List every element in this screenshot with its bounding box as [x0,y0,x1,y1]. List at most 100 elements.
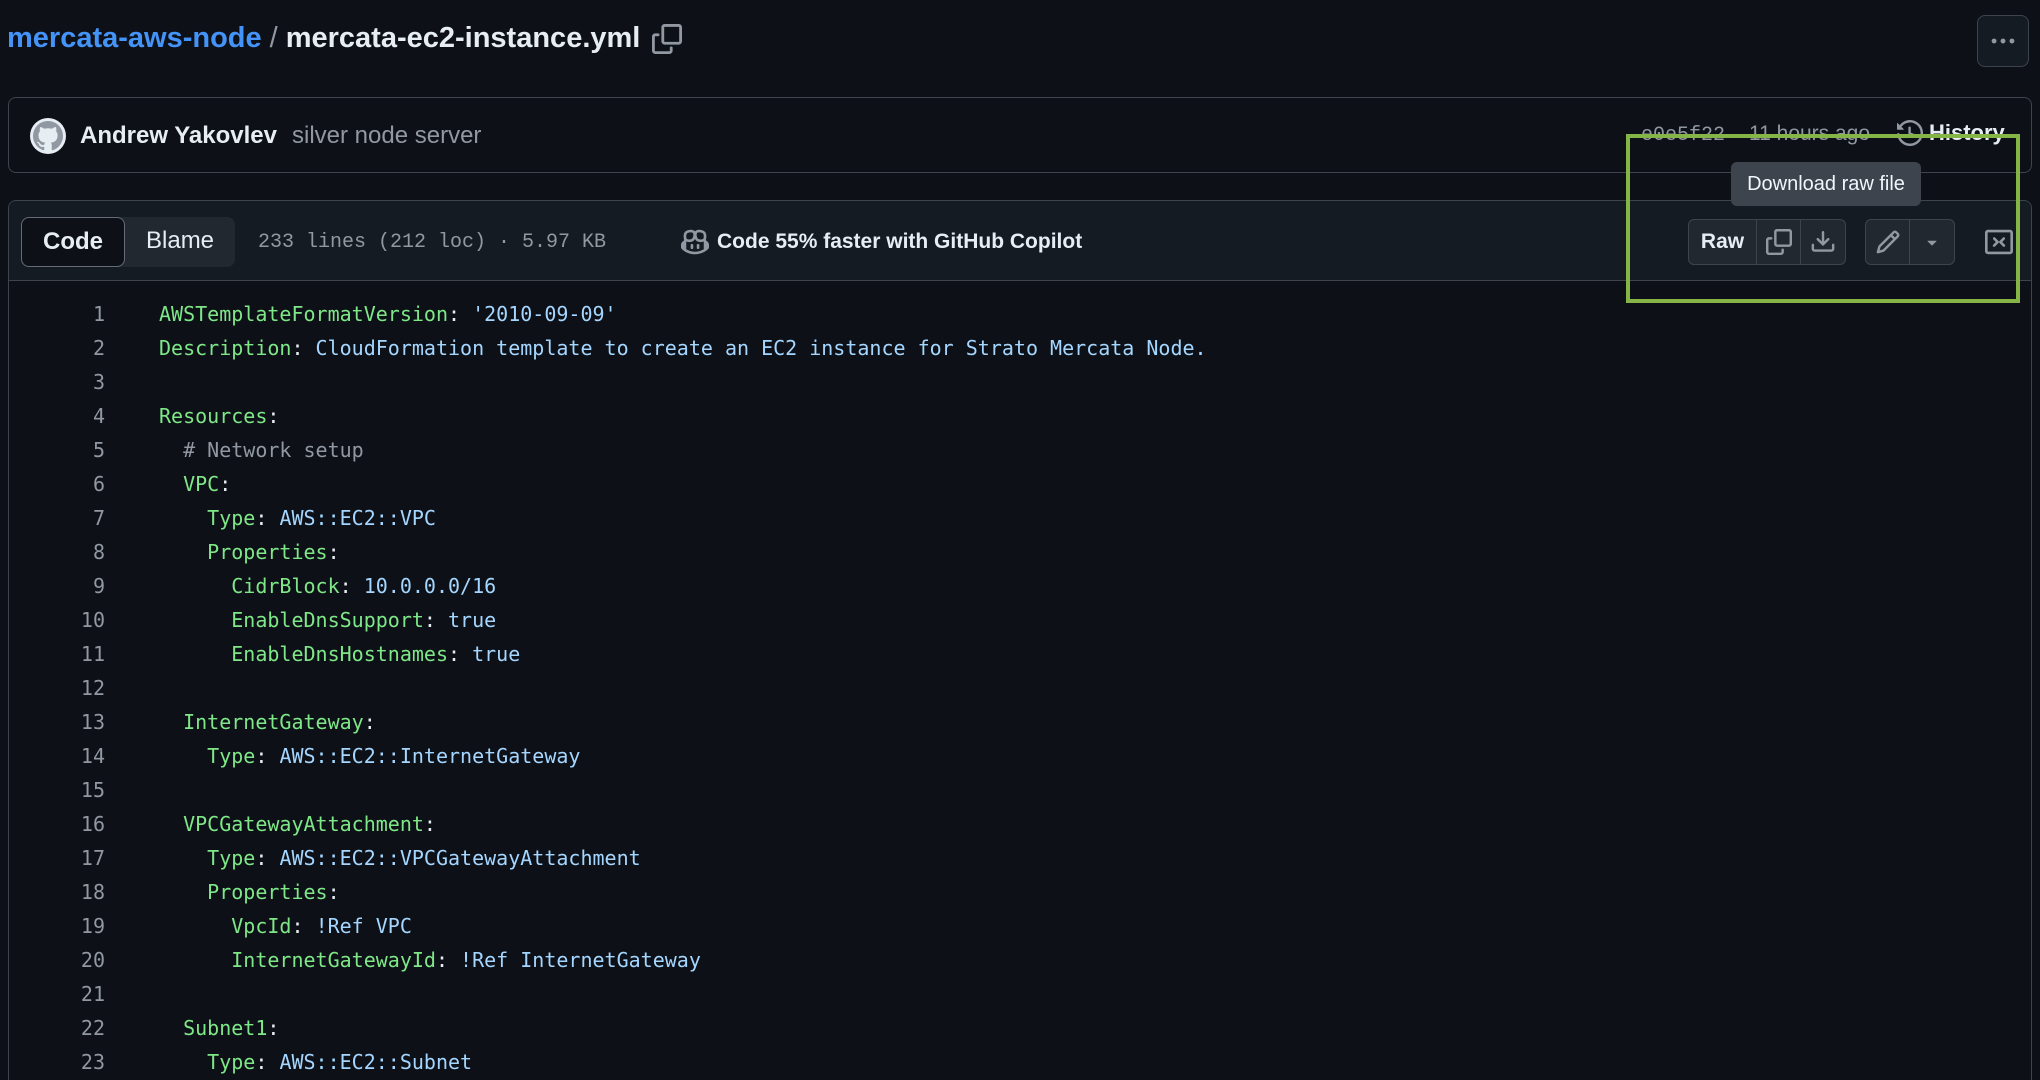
code-line[interactable]: 23 Type: AWS::EC2::Subnet [9,1045,2031,1079]
repo-link[interactable]: mercata-aws-node [7,22,262,55]
code-line[interactable]: 12 [9,671,2031,705]
line-number[interactable]: 2 [9,331,105,365]
download-raw-button[interactable] [1801,220,1845,264]
line-number[interactable]: 20 [9,943,105,977]
code-line[interactable]: 19 VpcId: !Ref VPC [9,909,2031,943]
line-number[interactable]: 21 [9,977,105,1011]
code-view[interactable]: 1 AWSTemplateFormatVersion: '2010-09-09' 2… [9,297,2031,1079]
yaml-value: true [472,642,521,666]
kebab-menu-icon [1990,28,2016,54]
yaml-separator: : [447,302,473,326]
line-number[interactable]: 18 [9,875,105,909]
code-line[interactable]: 22 Subnet1: [9,1011,2031,1045]
more-options-button[interactable] [1977,15,2029,67]
line-content [105,365,159,399]
code-line[interactable]: 10 EnableDnsSupport: true [9,603,2031,637]
line-number[interactable]: 5 [9,433,105,467]
yaml-separator: : [291,914,316,938]
line-number[interactable]: 7 [9,501,105,535]
yaml-separator: : [423,812,436,836]
line-content: InternetGateway: [105,705,376,739]
code-line[interactable]: 8 Properties: [9,535,2031,569]
code-line[interactable]: 17 Type: AWS::EC2::VPCGatewayAttachment [9,841,2031,875]
copilot-promo[interactable]: Code 55% faster with GitHub Copilot [681,228,1082,256]
edit-file-button[interactable] [1866,220,1910,264]
line-number[interactable]: 1 [9,297,105,331]
line-number[interactable]: 3 [9,365,105,399]
line-number[interactable]: 16 [9,807,105,841]
symbols-panel-button[interactable] [1976,219,2022,265]
code-line[interactable]: 5 # Network setup [9,433,2031,467]
code-line[interactable]: 16 VPCGatewayAttachment: [9,807,2031,841]
yaml-separator: : [435,948,461,972]
line-number[interactable]: 10 [9,603,105,637]
yaml-value: !Ref VPC [315,914,412,938]
line-number[interactable]: 4 [9,399,105,433]
raw-button[interactable]: Raw [1689,220,1757,264]
edit-dropdown-button[interactable] [1910,220,1954,264]
yaml-value: AWS::EC2::InternetGateway [279,744,581,768]
code-line[interactable]: 9 CidrBlock: 10.0.0.0/16 [9,569,2031,603]
code-line[interactable]: 6 VPC: [9,467,2031,501]
yaml-key: Subnet1 [183,1016,268,1040]
line-content: Type: AWS::EC2::VPCGatewayAttachment [105,841,641,875]
line-content: CidrBlock: 10.0.0.0/16 [105,569,496,603]
line-number[interactable]: 12 [9,671,105,705]
tab-blame[interactable]: Blame [125,217,235,267]
line-number[interactable]: 14 [9,739,105,773]
code-line[interactable]: 14 Type: AWS::EC2::InternetGateway [9,739,2031,773]
line-content: Subnet1: [105,1011,279,1045]
line-content: Type: AWS::EC2::InternetGateway [105,739,580,773]
yaml-value: 10.0.0.0/16 [363,574,497,598]
yaml-key: VPCGatewayAttachment [183,812,424,836]
copy-path-icon[interactable] [652,23,683,54]
line-number[interactable]: 8 [9,535,105,569]
code-line[interactable]: 15 [9,773,2031,807]
github-avatar-icon [33,121,63,151]
view-toggle: Code Blame [21,217,236,267]
line-number[interactable]: 15 [9,773,105,807]
code-line[interactable]: 2 Description: CloudFormation template to… [9,331,2031,365]
code-line[interactable]: 7 Type: AWS::EC2::VPC [9,501,2031,535]
avatar[interactable] [30,118,66,154]
commit-author[interactable]: Andrew Yakovlev [80,122,277,150]
code-line[interactable]: 11 EnableDnsHostnames: true [9,637,2031,671]
line-number[interactable]: 22 [9,1011,105,1045]
line-content: Type: AWS::EC2::Subnet [105,1045,472,1079]
file-viewer: Code Blame 233 lines (212 loc) · 5.97 KB… [8,200,2032,1080]
copy-icon [1765,229,1792,255]
yaml-separator: : [255,1050,280,1074]
line-content: InternetGatewayId: !Ref InternetGateway [105,943,701,977]
line-number[interactable]: 23 [9,1045,105,1079]
yaml-separator: : [339,574,364,598]
line-number[interactable]: 13 [9,705,105,739]
line-number[interactable]: 6 [9,467,105,501]
tab-code[interactable]: Code [21,217,125,267]
code-line[interactable]: 20 InternetGatewayId: !Ref InternetGatew… [9,943,2031,977]
history-button[interactable]: History [1897,120,2005,146]
yaml-value: CloudFormation template to create an EC2… [315,336,1207,360]
code-line[interactable]: 18 Properties: [9,875,2031,909]
code-line[interactable]: 21 [9,977,2031,1011]
code-line[interactable]: 1 AWSTemplateFormatVersion: '2010-09-09' [9,297,2031,331]
file-name: mercata-ec2-instance.yml [285,22,641,54]
code-line[interactable]: 13 InternetGateway: [9,705,2031,739]
yaml-separator: : [255,846,280,870]
line-number[interactable]: 19 [9,909,105,943]
line-number[interactable]: 11 [9,637,105,671]
copy-raw-button[interactable] [1757,220,1801,264]
commit-sha[interactable]: e0e5f22 [1641,124,1725,147]
line-number[interactable]: 9 [9,569,105,603]
line-number[interactable]: 17 [9,841,105,875]
line-content: Properties: [105,535,339,569]
code-line[interactable]: 3 [9,365,2031,399]
history-icon [1897,120,1923,146]
commit-message[interactable]: silver node server [292,122,481,150]
code-line[interactable]: 4 Resources: [9,399,2031,433]
